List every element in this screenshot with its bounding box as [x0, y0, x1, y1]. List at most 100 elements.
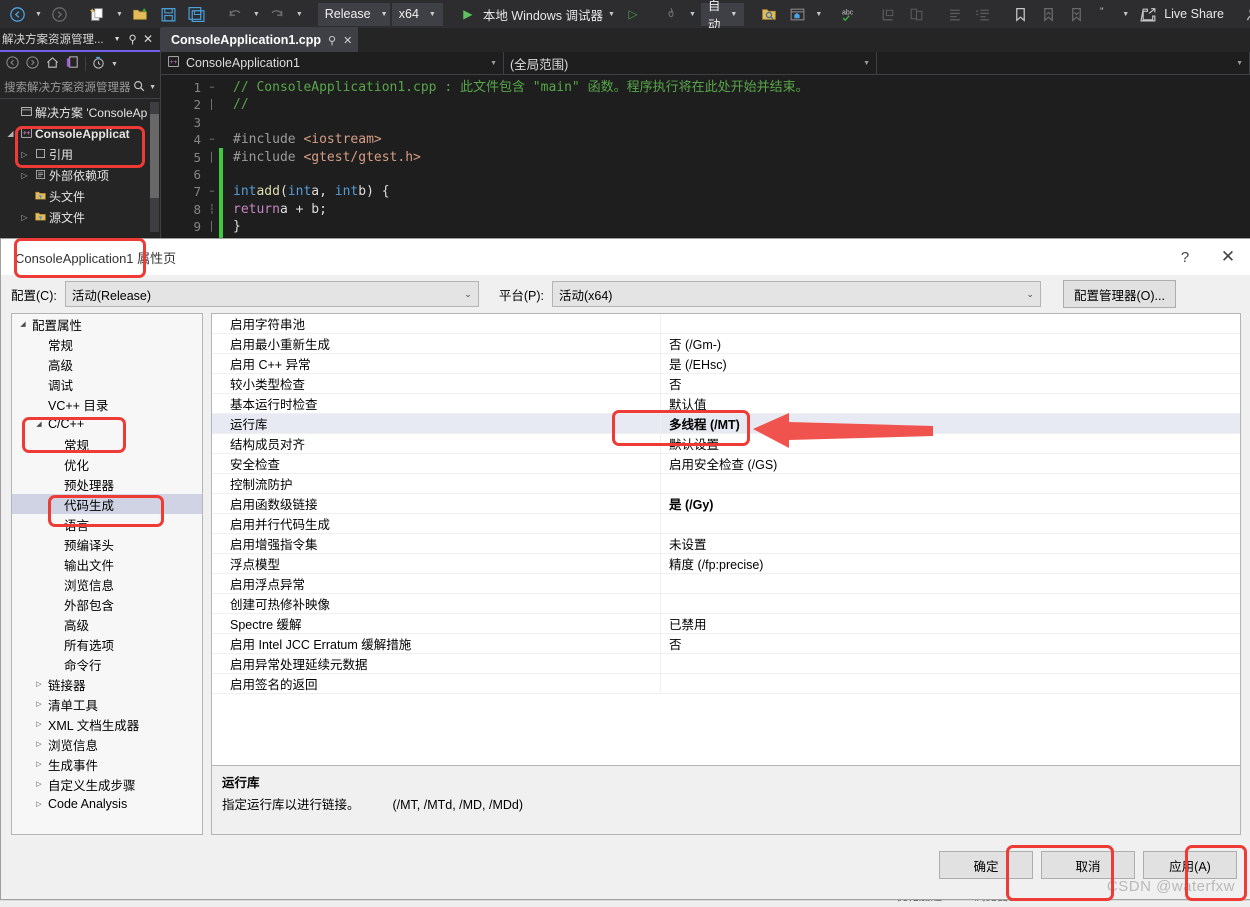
sync-view-icon[interactable] [65, 55, 80, 73]
property-row[interactable]: 启用签名的返回 [212, 674, 1240, 694]
indent-icon[interactable] [903, 3, 929, 25]
property-tree-item[interactable]: 优化 [12, 454, 202, 474]
expander-collapse-icon[interactable]: ◢ [4, 129, 17, 138]
property-row[interactable]: 启用并行代码生成 [212, 514, 1240, 534]
tree-item-project[interactable]: ◢ + + ConsoleApplicat [0, 123, 160, 144]
property-row[interactable]: 浮点模型 精度 (/fp:precise) [212, 554, 1240, 574]
tree-item-header-files[interactable]: 头文件 [0, 186, 160, 207]
property-row[interactable]: 启用 Intel JCC Erratum 缓解措施否 [212, 634, 1240, 654]
close-icon[interactable]: ✕ [343, 34, 352, 47]
chevron-down-icon[interactable]: ▼ [482, 60, 497, 67]
property-value[interactable]: 精度 (/fp:precise) [661, 554, 1240, 573]
search-input[interactable]: 搜索解决方案资源管理器 [4, 79, 132, 95]
back-dropdown-icon[interactable]: ▼ [32, 11, 45, 18]
outdent-icon[interactable] [875, 3, 901, 25]
expander-icon[interactable]: ▷ [32, 800, 46, 808]
solution-tree-scrollbar[interactable] [150, 102, 159, 232]
redo-dropdown-icon[interactable]: ▼ [293, 11, 306, 18]
code-line[interactable] [205, 166, 1250, 183]
property-row[interactable]: 启用 C++ 异常是 (/EHsc) [212, 354, 1240, 374]
property-tree-item[interactable]: 常规 [12, 434, 202, 454]
property-tree-item[interactable]: 预处理器 [12, 474, 202, 494]
property-value[interactable]: 否 [661, 634, 1240, 653]
expander-icon[interactable]: ▷ [32, 780, 46, 788]
property-tree-item[interactable]: ▷ 链接器 [12, 674, 202, 694]
property-value[interactable]: 否 [661, 374, 1240, 393]
undo-icon[interactable] [222, 3, 248, 25]
code-line[interactable]: │// [205, 96, 1250, 113]
platform-combo[interactable]: 活动(x64) ⌄ [551, 281, 1041, 307]
expander-expand-icon[interactable]: ▷ [18, 150, 31, 159]
property-row[interactable]: 启用字符串池 [212, 314, 1240, 334]
close-icon[interactable]: ✕ [141, 32, 158, 46]
scrollbar-thumb[interactable] [150, 114, 159, 198]
property-value[interactable]: 否 (/Gm-) [661, 334, 1240, 353]
pin-icon[interactable]: ⚲ [328, 34, 336, 47]
property-tree-item[interactable]: 输出文件 [12, 554, 202, 574]
expander-icon[interactable]: ▷ [32, 720, 46, 728]
property-tree-item[interactable]: 预编译头 [12, 534, 202, 554]
expander-icon[interactable]: ◢ [32, 420, 46, 428]
property-row[interactable]: 控制流防护 [212, 474, 1240, 494]
property-row[interactable]: 启用增强指令集 未设置 [212, 534, 1240, 554]
property-tree-item[interactable]: 外部包含 [12, 594, 202, 614]
code-line[interactable]: │} [205, 218, 1250, 235]
overflow-dropdown-icon[interactable]: ▼ [1119, 11, 1132, 18]
code-line[interactable]: − int add(int a, int b) { [205, 183, 1250, 200]
nav-member-combo[interactable]: ▼ [877, 52, 1250, 74]
undo-dropdown-icon[interactable]: ▼ [250, 11, 263, 18]
property-tree-item[interactable]: ▷ 生成事件 [12, 754, 202, 774]
tree-item-solution[interactable]: 解决方案 'ConsoleAp [0, 102, 160, 123]
bookmark-next-icon[interactable] [1063, 3, 1089, 25]
uncomment-icon[interactable] [969, 3, 995, 25]
code-line[interactable]: ┆ return a + b; [205, 201, 1250, 218]
tree-item-references[interactable]: ▷ 引用 [0, 144, 160, 165]
property-tree-item[interactable]: 语言 [12, 514, 202, 534]
property-row[interactable]: 启用异常处理延续元数据 [212, 654, 1240, 674]
start-debug-label[interactable]: 本地 Windows 调试器 [483, 5, 603, 24]
property-tree-item[interactable]: 所有选项 [12, 634, 202, 654]
expander-expand-icon[interactable]: ▷ [18, 171, 31, 180]
property-value[interactable]: 未设置 [661, 534, 1240, 553]
forward-icon[interactable] [25, 55, 40, 73]
spell-check-abc-icon[interactable]: abc [837, 3, 863, 25]
config-manager-button[interactable]: 配置管理器(O)... [1062, 280, 1176, 308]
property-value[interactable]: 多线程 (/MT) [661, 414, 1240, 433]
property-tree-item[interactable]: ▷ Code Analysis [12, 794, 202, 814]
property-value[interactable]: 是 (/EHsc) [661, 354, 1240, 373]
search-icon[interactable] [132, 79, 146, 96]
platform-combo[interactable]: x64 ▼ [391, 2, 443, 26]
nav-project-combo[interactable]: + + ConsoleApplication1 ▼ [161, 52, 504, 74]
find-in-files-icon[interactable] [756, 3, 782, 25]
open-file-icon[interactable] [128, 3, 154, 25]
code-line[interactable] [205, 114, 1250, 131]
property-tree-item[interactable]: 代码生成 [12, 494, 202, 514]
pending-changes-icon[interactable] [91, 55, 106, 73]
new-item-icon[interactable] [85, 3, 111, 25]
live-share-label[interactable]: Live Share [1164, 7, 1224, 21]
run-play-icon[interactable]: ▶ [455, 3, 481, 25]
user-account-icon[interactable] [1240, 3, 1250, 25]
solution-search-box[interactable]: 搜索解决方案资源管理器 ▼ [0, 76, 160, 99]
auto-combo[interactable]: 自动 ▼ [700, 0, 745, 32]
window-dropdown-icon[interactable]: ▼ [812, 11, 825, 18]
tree-item-source-files[interactable]: ▷ 源文件 [0, 207, 160, 228]
chevron-down-icon[interactable]: ▼ [111, 61, 118, 68]
property-tree-item[interactable]: ◢ 配置属性 [12, 314, 202, 334]
expander-icon[interactable]: ▷ [32, 700, 46, 708]
navigate-forward-icon[interactable] [47, 3, 73, 25]
property-tree-item[interactable]: ▷ 清单工具 [12, 694, 202, 714]
code-line[interactable]: │ #include <gtest/gtest.h> [205, 149, 1250, 166]
property-tree-item[interactable]: 高级 [12, 614, 202, 634]
configuration-combo[interactable]: Release ▼ [317, 2, 390, 26]
property-row[interactable]: 创建可热修补映像 [212, 594, 1240, 614]
code-line[interactable]: − #include <iostream> [205, 131, 1250, 148]
property-tree-item[interactable]: ▷ 自定义生成步骤 [12, 774, 202, 794]
property-row[interactable]: 启用最小重新生成否 (/Gm-) [212, 334, 1240, 354]
hot-reload-dropdown-icon[interactable]: ▼ [686, 11, 699, 18]
chevron-down-icon[interactable]: ▼ [146, 84, 156, 91]
pin-icon[interactable]: ⚲ [125, 32, 141, 46]
tree-item-external-deps[interactable]: ▷ 外部依赖项 [0, 165, 160, 186]
nav-scope-combo[interactable]: (全局范围) ▼ [504, 52, 877, 74]
property-tree-item[interactable]: ▷ 浏览信息 [12, 734, 202, 754]
